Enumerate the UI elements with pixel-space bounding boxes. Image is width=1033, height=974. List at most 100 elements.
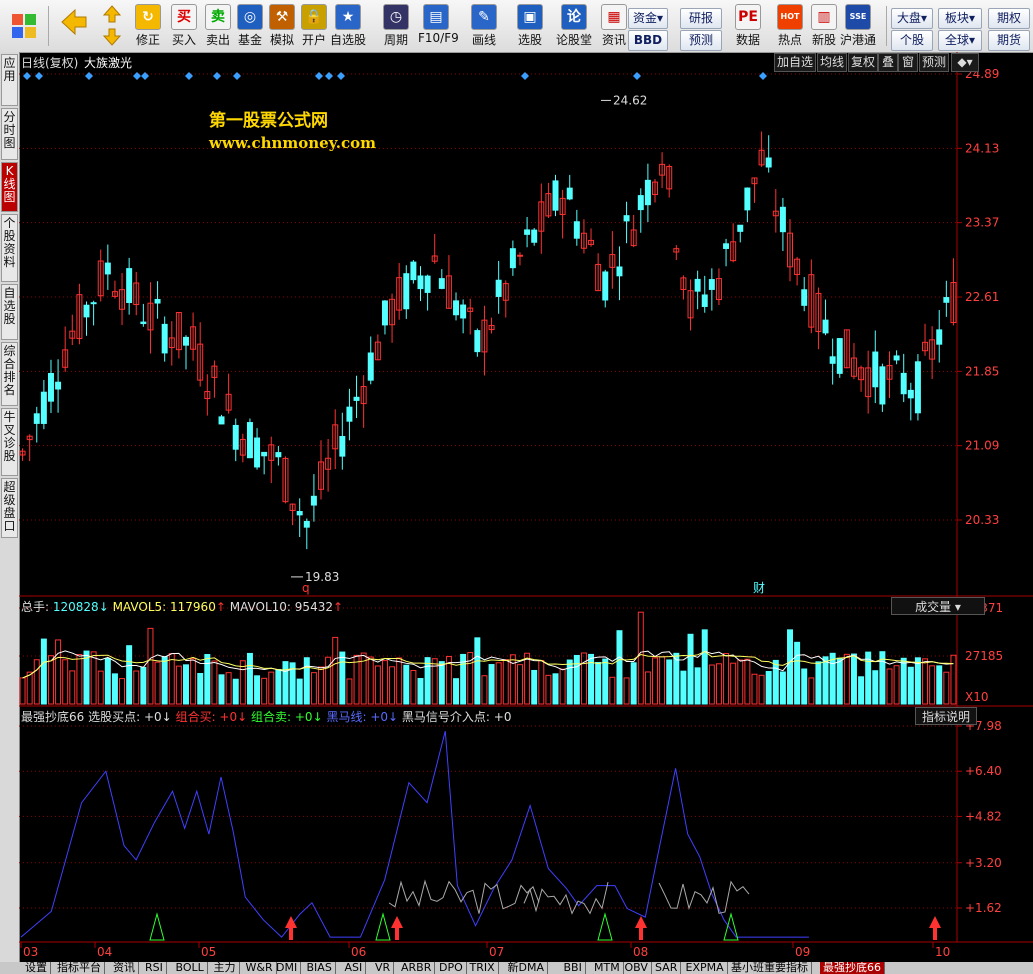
back-button[interactable]: [56, 2, 90, 50]
bottom-tab-1[interactable]: 指标平台: [54, 962, 105, 974]
bottom-tab-8[interactable]: BIAS: [304, 962, 336, 974]
high-price-label: 24.62: [613, 93, 647, 107]
bottom-tab-4[interactable]: BOLL: [173, 962, 208, 974]
screen-button[interactable]: ▣ 选股: [512, 2, 548, 50]
bottom-tab-3[interactable]: RSI: [142, 962, 167, 974]
up-down-buttons[interactable]: [100, 2, 124, 50]
fund-icon: ◎: [237, 4, 263, 30]
yuce-button[interactable]: 预测: [680, 30, 722, 51]
clock-button[interactable]: ◷ 周期: [378, 2, 414, 50]
bottom-tab-16[interactable]: MTM: [591, 962, 624, 974]
sse-hke-button[interactable]: SSE 沪港通: [840, 2, 876, 50]
quanqiu-button[interactable]: 全球▾: [938, 30, 982, 51]
volume-bar: [765, 670, 772, 705]
candle-body: [218, 416, 225, 425]
candle-body: [474, 330, 481, 353]
kline-chart-area[interactable]: 24.89 24.13 23.37 22.61 21.85 21.09 20.33 24.62…: [19, 52, 1033, 962]
bottom-tab-18[interactable]: SAR: [652, 962, 682, 974]
bottom-tab-5[interactable]: 主力: [211, 962, 240, 974]
candle-body: [829, 356, 836, 364]
candle-body: [701, 294, 708, 307]
volume-bar: [758, 674, 765, 705]
bottom-tab-12[interactable]: DPO: [436, 962, 467, 974]
chart-canvas[interactable]: 24.8924.1323.3722.6121.8521.0920.3324.62…: [19, 52, 1033, 962]
bottom-tab-7[interactable]: DMI: [273, 962, 302, 974]
lock-button[interactable]: 🔒 开户: [296, 2, 332, 50]
bottom-tab-14[interactable]: 新DMA: [505, 962, 548, 974]
left-tab-2[interactable]: K线图: [1, 162, 18, 212]
buy-button[interactable]: 买买入: [166, 2, 202, 50]
bottom-tab-17[interactable]: OBV: [622, 962, 652, 974]
bottom-tab-2[interactable]: 资讯: [110, 962, 139, 974]
left-tab-0[interactable]: 应用: [1, 54, 18, 106]
volume-bar: [573, 654, 580, 705]
pen-button[interactable]: ✎ 画线: [466, 2, 502, 50]
pe-button[interactable]: PE 数据: [730, 2, 766, 50]
candle-body: [424, 275, 431, 293]
volume-bar: [950, 654, 957, 705]
left-tab-4[interactable]: 自选股: [1, 284, 18, 340]
bottom-tab-13[interactable]: TRIX: [467, 962, 499, 974]
signal-diamond-icon: [233, 72, 241, 80]
forum-button[interactable]: 论论股堂: [556, 2, 592, 50]
chart-header-button-4[interactable]: 窗: [898, 53, 918, 72]
chart-header-button-0[interactable]: 加自选: [774, 53, 816, 72]
candle-body: [900, 372, 907, 395]
chart-header-button-3[interactable]: 叠: [878, 53, 898, 72]
volume-bar: [893, 665, 900, 705]
gegu-button[interactable]: 个股: [891, 30, 933, 51]
indicator-help-button[interactable]: 指标说明: [915, 707, 977, 725]
bbd-button[interactable]: BBD: [628, 30, 668, 51]
news-button[interactable]: ▦ 资讯: [596, 2, 632, 50]
volume-bar: [850, 653, 857, 705]
f10-icon: ▤: [423, 4, 449, 30]
bottom-tab-9[interactable]: ASI: [342, 962, 367, 974]
left-tab-6[interactable]: 牛叉诊股: [1, 408, 18, 476]
newstock-button[interactable]: ▥ 新股: [806, 2, 842, 50]
bottom-tab-0[interactable]: 设置: [22, 962, 51, 974]
bottom-tab-6[interactable]: W&R: [243, 962, 277, 974]
menu-arrow-button[interactable]: ◆▾: [951, 53, 979, 72]
price-axis-label: 23.37: [965, 216, 999, 230]
qihuo-button[interactable]: 期货: [988, 30, 1030, 51]
price-axis-label: 22.61: [965, 290, 999, 304]
left-tab-3[interactable]: 个股资料: [1, 214, 18, 282]
volume-bar: [303, 657, 310, 705]
bottom-tab-11[interactable]: ARBR: [398, 962, 436, 974]
fund-button[interactable]: ◎ 基金: [232, 2, 268, 50]
qiquan-button[interactable]: 期权: [988, 8, 1030, 29]
bottom-tab-21[interactable]: 最强抄底66: [820, 962, 885, 974]
toolbar-button-label: 画线: [471, 33, 496, 47]
f10-button[interactable]: ▤ F10/F9: [418, 2, 459, 50]
candle-body: [381, 300, 388, 326]
chart-header-button-5[interactable]: 预测: [919, 53, 949, 72]
volume-bar: [374, 665, 381, 705]
left-tab-7[interactable]: 超级盘口: [1, 478, 18, 538]
hammer-button[interactable]: ⚒ 模拟: [264, 2, 300, 50]
bankuai-button[interactable]: 板块▾: [938, 8, 982, 29]
left-tab-5[interactable]: 综合排名: [1, 342, 18, 406]
toolbar-button-label: 基金: [237, 33, 262, 47]
candle-body: [83, 304, 90, 318]
app-logo[interactable]: [4, 2, 44, 50]
volume-indicator-dropdown[interactable]: 成交量 ▾: [891, 597, 985, 615]
chart-header-button-2[interactable]: 复权: [848, 53, 878, 72]
toolbar-button-label: 数据: [735, 33, 760, 47]
zijin-button[interactable]: 资金▾: [628, 8, 668, 29]
refresh-button[interactable]: ↻ 修正: [130, 2, 166, 50]
sell-button[interactable]: 卖卖出: [200, 2, 236, 50]
dapan-button[interactable]: 大盘▾: [891, 8, 933, 29]
volume-bar: [687, 633, 694, 705]
volume-bar: [175, 665, 182, 705]
left-tab-1[interactable]: 分时图: [1, 108, 18, 160]
bottom-tab-20[interactable]: 基小班重要指标: [728, 962, 812, 974]
month-label: 03: [23, 945, 38, 959]
period-label[interactable]: 日线(复权): [21, 54, 78, 71]
yanbao-button[interactable]: 研报: [680, 8, 722, 29]
bottom-tab-19[interactable]: EXPMA: [683, 962, 728, 974]
bottom-tab-10[interactable]: VR: [372, 962, 395, 974]
bottom-tab-15[interactable]: BBI: [561, 962, 586, 974]
star-button[interactable]: ★ 自选股: [330, 2, 366, 50]
hot-button[interactable]: HOT 热点: [772, 2, 808, 50]
chart-header-button-1[interactable]: 均线: [817, 53, 847, 72]
